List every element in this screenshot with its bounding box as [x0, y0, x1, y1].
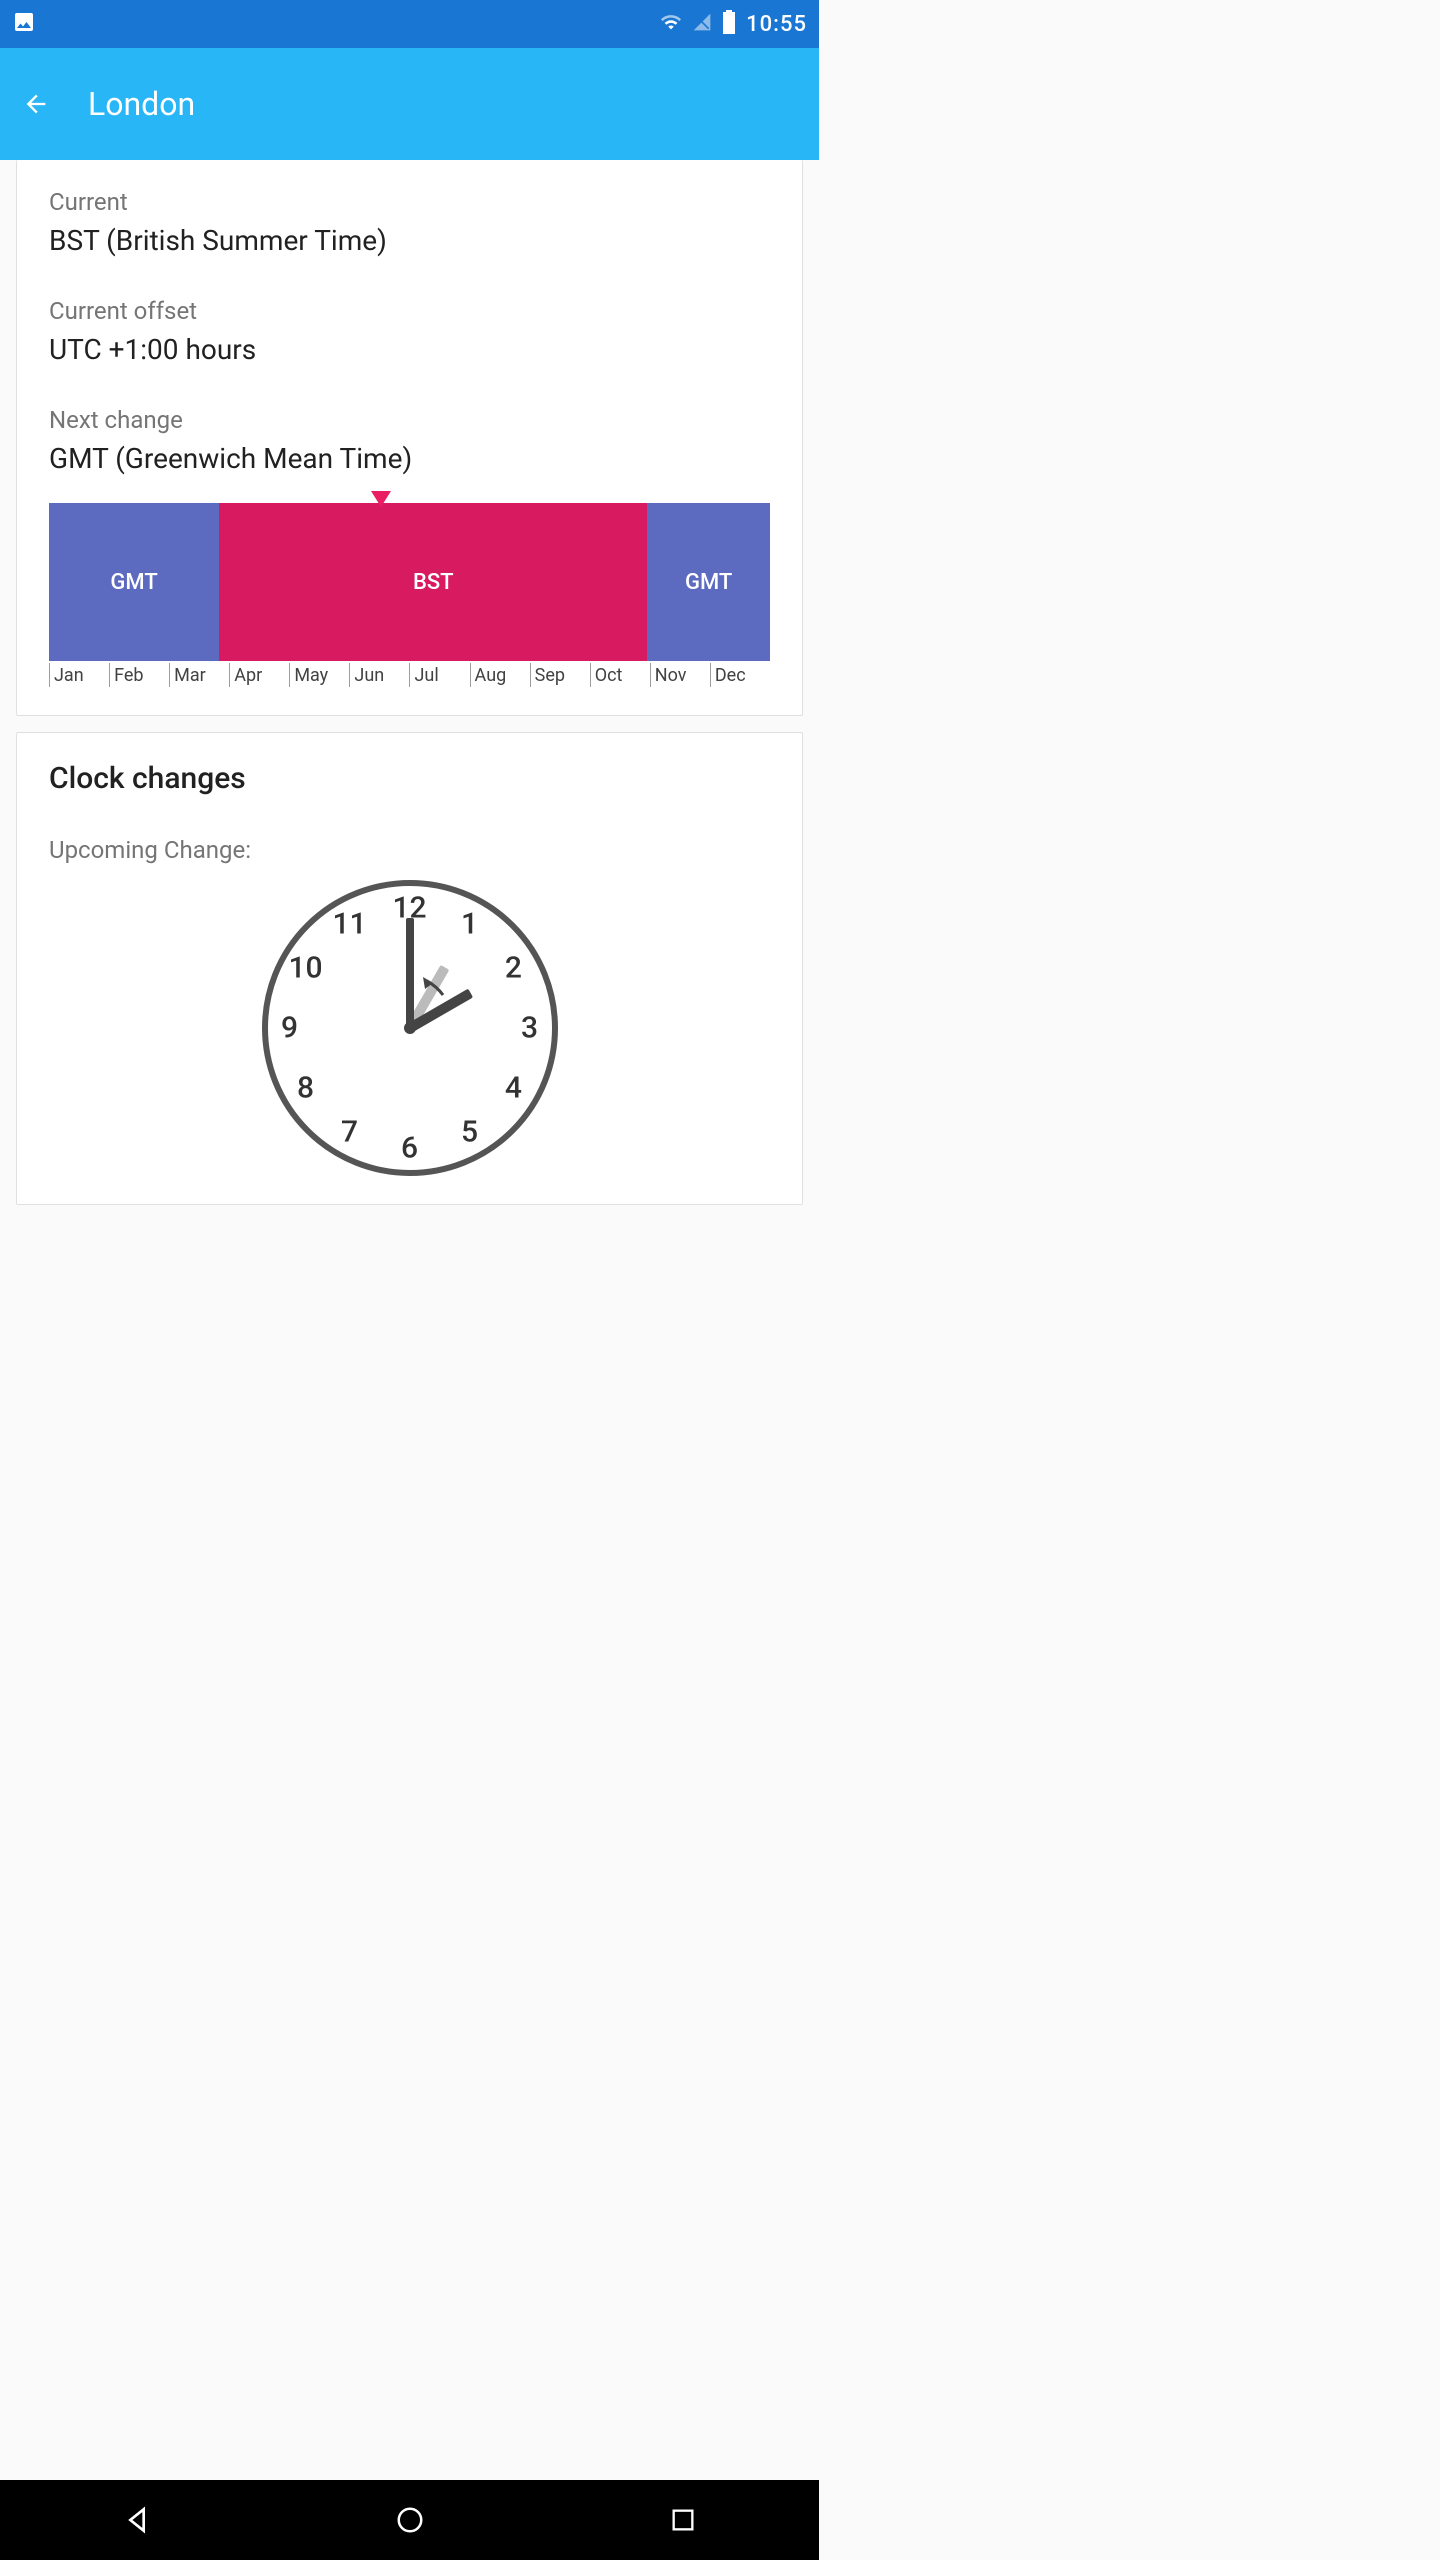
clock-number: 11 [332, 907, 366, 942]
timezone-chart: GMTBSTGMT JanFebMarAprMayJunJulAugSepOct… [49, 503, 770, 687]
offset-value: UTC +1:00 hours [49, 333, 770, 366]
clock-number: 8 [297, 1071, 314, 1106]
analog-clock-icon: 12 12 3 45 6 78 9 10 11 [262, 880, 558, 1176]
nav-recent-button[interactable] [653, 2490, 713, 2550]
circle-home-icon [395, 2505, 425, 2535]
next-change-label: Next change [49, 406, 770, 434]
back-button[interactable] [16, 84, 56, 124]
clock-number: 12 [392, 891, 426, 926]
system-navbar [0, 2480, 819, 2560]
month-label: Jun [349, 663, 409, 687]
timezone-bar: GMTBSTGMT [49, 503, 770, 661]
appbar: London [0, 48, 819, 160]
current-value: BST (British Summer Time) [49, 224, 770, 257]
current-date-marker-icon [371, 491, 391, 507]
month-axis: JanFebMarAprMayJunJulAugSepOctNovDec [49, 663, 770, 687]
clock-number: 7 [341, 1114, 358, 1149]
no-sim-icon [692, 11, 712, 37]
month-label: Dec [710, 663, 770, 687]
nav-home-button[interactable] [380, 2490, 440, 2550]
clock-number: 10 [289, 951, 323, 986]
next-change-value: GMT (Greenwich Mean Time) [49, 442, 770, 475]
month-label: Sep [530, 663, 590, 687]
wifi-icon [660, 11, 682, 37]
month-label: Apr [229, 663, 289, 687]
nav-back-button[interactable] [107, 2490, 167, 2550]
clock-number: 3 [521, 1011, 538, 1046]
month-label: Nov [650, 663, 710, 687]
month-label: May [289, 663, 349, 687]
clock-number: 2 [505, 951, 522, 986]
clock-changes-card: Clock changes Upcoming Change: 12 12 3 45 6 7… [16, 732, 803, 1205]
triangle-back-icon [121, 2504, 153, 2536]
clock-changes-title: Clock changes [49, 761, 770, 796]
month-label: Oct [590, 663, 650, 687]
month-label: Jul [409, 663, 469, 687]
tz-segment-gmt: GMT [647, 503, 770, 661]
statusbar: 10:55 [0, 0, 819, 48]
clock-number: 4 [505, 1071, 522, 1106]
image-icon [12, 10, 36, 38]
clock-number: 1 [461, 907, 478, 942]
timezone-card: Current BST (British Summer Time) Curren… [16, 160, 803, 716]
page-title: London [88, 85, 195, 123]
month-label: Jan [49, 663, 109, 687]
clock-number: 9 [281, 1011, 298, 1046]
clock-number: 6 [401, 1131, 418, 1166]
content: Current BST (British Summer Time) Curren… [0, 160, 819, 1360]
month-label: Aug [470, 663, 530, 687]
offset-label: Current offset [49, 297, 770, 325]
clock-number: 5 [461, 1114, 478, 1149]
upcoming-change-label: Upcoming Change: [49, 836, 770, 864]
clock-center [404, 1022, 416, 1034]
arrow-back-icon [22, 90, 50, 118]
battery-icon [722, 10, 736, 38]
square-recent-icon [669, 2506, 697, 2534]
month-label: Feb [109, 663, 169, 687]
tz-segment-gmt: GMT [49, 503, 219, 661]
month-label: Mar [169, 663, 229, 687]
clock-illustration: 12 12 3 45 6 78 9 10 11 [49, 880, 770, 1176]
current-label: Current [49, 188, 770, 216]
tz-segment-bst: BST [219, 503, 647, 661]
statusbar-time: 10:55 [746, 12, 807, 37]
